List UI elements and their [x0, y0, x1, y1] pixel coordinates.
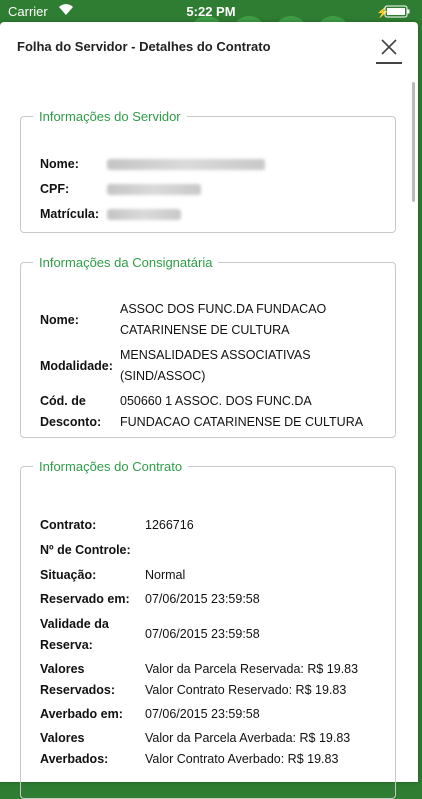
- validade-label-line2: Reserva:: [40, 638, 93, 652]
- consignataria-legend: Informações da Consignatária: [39, 255, 213, 270]
- servidor-legend: Informações do Servidor: [39, 109, 181, 124]
- modalidade-label: Modalidade:: [40, 359, 113, 373]
- modalidade-line2: (SIND/ASSOC): [120, 369, 206, 383]
- validade-value: 07/06/2015 23:59:58: [145, 627, 260, 641]
- servidor-matricula-redacted: [107, 209, 181, 220]
- cod-desconto-label-line2: Desconto:: [40, 415, 102, 429]
- status-bar: Carrier 5:22 PM ⚡: [0, 0, 422, 50]
- valores-reservados-line1: Valor da Parcela Reservada: R$ 19.83: [145, 662, 359, 676]
- valores-averbados-line1: Valor da Parcela Averbada: R$ 19.83: [145, 731, 351, 745]
- contract-details-modal: Folha do Servidor - Detalhes do Contrato…: [0, 22, 418, 799]
- servidor-nome-redacted: [107, 159, 265, 170]
- modalidade-line1: MENSALIDADES ASSOCIATIVAS: [120, 348, 311, 362]
- consignataria-section: Informações da Consignatária Nome: ASSOC…: [20, 255, 396, 438]
- valores-reservados-label-line1: Valores: [40, 662, 85, 676]
- close-icon: [381, 39, 397, 55]
- cod-desconto-label-line1: Cód. de: [40, 394, 86, 408]
- valores-averbados-line2: Valor Contrato Averbado: R$ 19.83: [145, 752, 339, 766]
- averbado-value: 07/06/2015 23:59:58: [145, 707, 260, 721]
- battery-icon: ⚡: [376, 5, 410, 21]
- contrato-legend: Informações do Contrato: [39, 459, 183, 474]
- modal-header: Folha do Servidor - Detalhes do Contrato: [0, 22, 418, 74]
- situacao-value: Normal: [145, 568, 186, 582]
- reservado-label: Reservado em:: [40, 592, 130, 606]
- servidor-cpf-label: CPF:: [40, 182, 70, 196]
- clock: 5:22 PM: [186, 4, 236, 19]
- servidor-section: Informações do Servidor Nome: CPF: Matrí…: [20, 109, 396, 233]
- servidor-matricula-label: Matrícula:: [40, 207, 100, 221]
- consignataria-nome-line1: ASSOC DOS FUNC.DA FUNDACAO: [120, 302, 327, 316]
- close-button[interactable]: [376, 36, 402, 64]
- valores-reservados-label-line2: Reservados:: [40, 683, 116, 697]
- consignataria-nome-label: Nome:: [40, 313, 79, 327]
- servidor-cpf-redacted: [107, 184, 201, 195]
- contrato-value: 1266716: [145, 518, 194, 532]
- contrato-section: Informações do Contrato Contrato: 126671…: [20, 459, 396, 799]
- situacao-label: Situação:: [40, 568, 97, 582]
- validade-label-line1: Validade da: [40, 617, 109, 631]
- valores-averbados-label-line1: Valores: [40, 731, 85, 745]
- cod-desconto-line1: 050660 1 ASSOC. DOS FUNC.DA: [120, 394, 312, 408]
- valores-reservados-line2: Valor Contrato Reservado: R$ 19.83: [145, 683, 347, 697]
- valores-averbados-label-line2: Averbados:: [40, 752, 109, 766]
- contrato-label: Contrato:: [40, 518, 97, 532]
- controle-label: Nº de Controle:: [40, 543, 131, 557]
- modal-title: Folha do Servidor - Detalhes do Contrato: [17, 39, 271, 54]
- cod-desconto-line2: FUNDACAO CATARINENSE DE CULTURA: [120, 415, 364, 429]
- scrollbar[interactable]: [412, 82, 415, 202]
- consignataria-nome-line2: CATARINENSE DE CULTURA: [120, 323, 290, 337]
- reservado-value: 07/06/2015 23:59:58: [145, 592, 260, 606]
- averbado-label: Averbado em:: [40, 707, 123, 721]
- servidor-nome-label: Nome:: [40, 157, 79, 171]
